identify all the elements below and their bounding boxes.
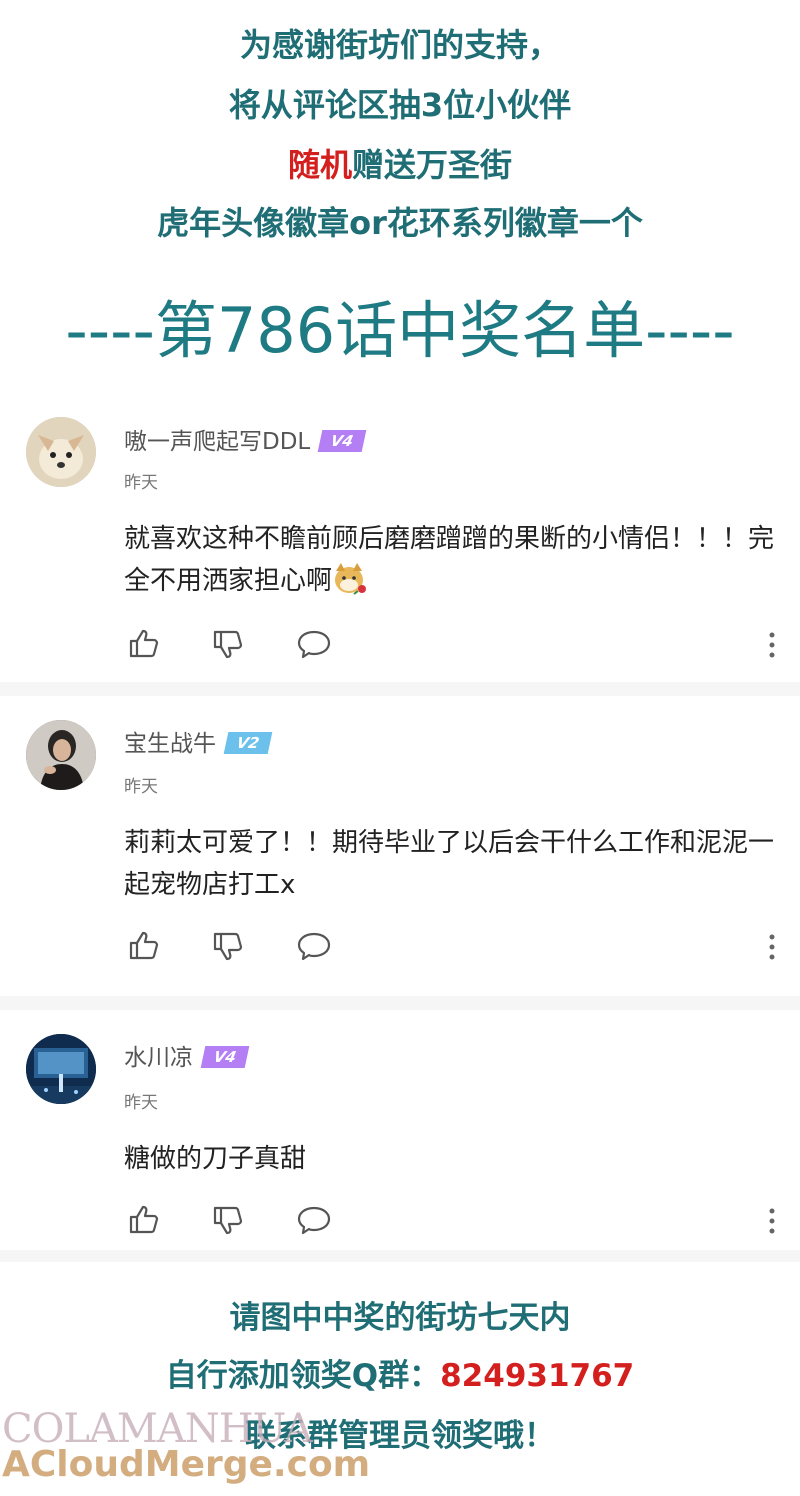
instruction-line-2: 自行添加领奖Q群：824931767 (0, 1350, 800, 1395)
comment-text: 糖做的刀子真甜 (124, 1144, 307, 1174)
announcement-line-3-rest: 赠送万圣街 (352, 146, 513, 184)
like-icon[interactable] (124, 1200, 164, 1240)
username-text[interactable]: 宝生战牛 (124, 731, 216, 757)
like-icon[interactable] (124, 624, 164, 664)
username[interactable]: 宝生战牛 V2 (124, 724, 273, 758)
divider (0, 996, 800, 1010)
level-badge: V4 (317, 429, 367, 452)
comment-actions (124, 1200, 784, 1240)
acloudmerge-watermark: ACloudMerge.com (2, 1444, 371, 1485)
divider (0, 1250, 800, 1262)
winners-title: ----第786话中奖名单---- (65, 294, 735, 367)
level-badge: V2 (223, 731, 273, 754)
like-icon[interactable] (124, 926, 164, 966)
more-options-icon[interactable] (768, 1208, 776, 1234)
level-badge: V4 (200, 1045, 250, 1068)
instruction-line-1: 请图中中奖的街坊七天内 (229, 1300, 571, 1336)
announcement-line-2: 将从评论区抽3位小伙伴 (228, 86, 572, 124)
comment-card: 宝生战牛 V2 昨天 莉莉太可爱了！！期待毕业了以后会干什么工作和泥泥一起宠物店打… (0, 696, 800, 996)
dislike-icon[interactable] (208, 624, 248, 664)
username-text[interactable]: 嗷一声爬起写DDL (124, 429, 310, 455)
comment-text: 就喜欢这种不瞻前顾后磨磨蹭蹭的果断的小情侣！！！完全不用洒家担心啊 (124, 518, 774, 602)
comment-text-content: 就喜欢这种不瞻前顾后磨磨蹭蹭的果断的小情侣！！！完全不用洒家担心啊 (124, 524, 775, 596)
avatar[interactable] (26, 1034, 96, 1104)
announcement-header: 为感谢街坊们的支持， 将从评论区抽3位小伙伴 随机赠送万圣街 虎年头像徽章or花… (0, 0, 800, 380)
qq-group-number: 824931767 (440, 1358, 635, 1394)
comment-date: 昨天 (124, 1093, 158, 1113)
comment-text: 莉莉太可爱了！！期待毕业了以后会干什么工作和泥泥一起宠物店打工x (124, 828, 775, 900)
username[interactable]: 嗷一声爬起写DDL V4 (124, 422, 367, 456)
avatar[interactable] (26, 720, 96, 790)
more-options-icon[interactable] (768, 632, 776, 658)
username-text[interactable]: 水川凉 (124, 1045, 193, 1071)
dislike-icon[interactable] (208, 926, 248, 966)
comment-date: 昨天 (124, 777, 158, 797)
reply-icon[interactable] (294, 926, 334, 966)
random-highlight: 随机 (287, 146, 352, 184)
comment-card: 水川凉 V4 昨天 糖做的刀子真甜 (0, 1010, 800, 1250)
reply-icon[interactable] (294, 1200, 334, 1240)
qq-group-label: 自行添加领奖Q群： (165, 1358, 441, 1394)
announcement-line-3: 随机赠送万圣街 (0, 140, 800, 186)
announcement-line-4: 虎年头像徽章or花环系列徽章一个 (157, 204, 643, 242)
reply-icon[interactable] (294, 624, 334, 664)
more-options-icon[interactable] (768, 934, 776, 960)
comment-card: 嗷一声爬起写DDL V4 昨天 就喜欢这种不瞻前顾后磨磨蹭蹭的果断的小情侣！！！完… (0, 400, 800, 682)
avatar[interactable] (26, 417, 96, 487)
comment-actions (124, 926, 784, 966)
doge-rose-emoji-icon (332, 561, 368, 595)
username[interactable]: 水川凉 V4 (124, 1038, 250, 1072)
comment-actions (124, 624, 784, 664)
dislike-icon[interactable] (208, 1200, 248, 1240)
comment-date: 昨天 (124, 473, 158, 493)
divider (0, 682, 800, 696)
announcement-line-1: 为感谢街坊们的支持， (239, 26, 560, 64)
